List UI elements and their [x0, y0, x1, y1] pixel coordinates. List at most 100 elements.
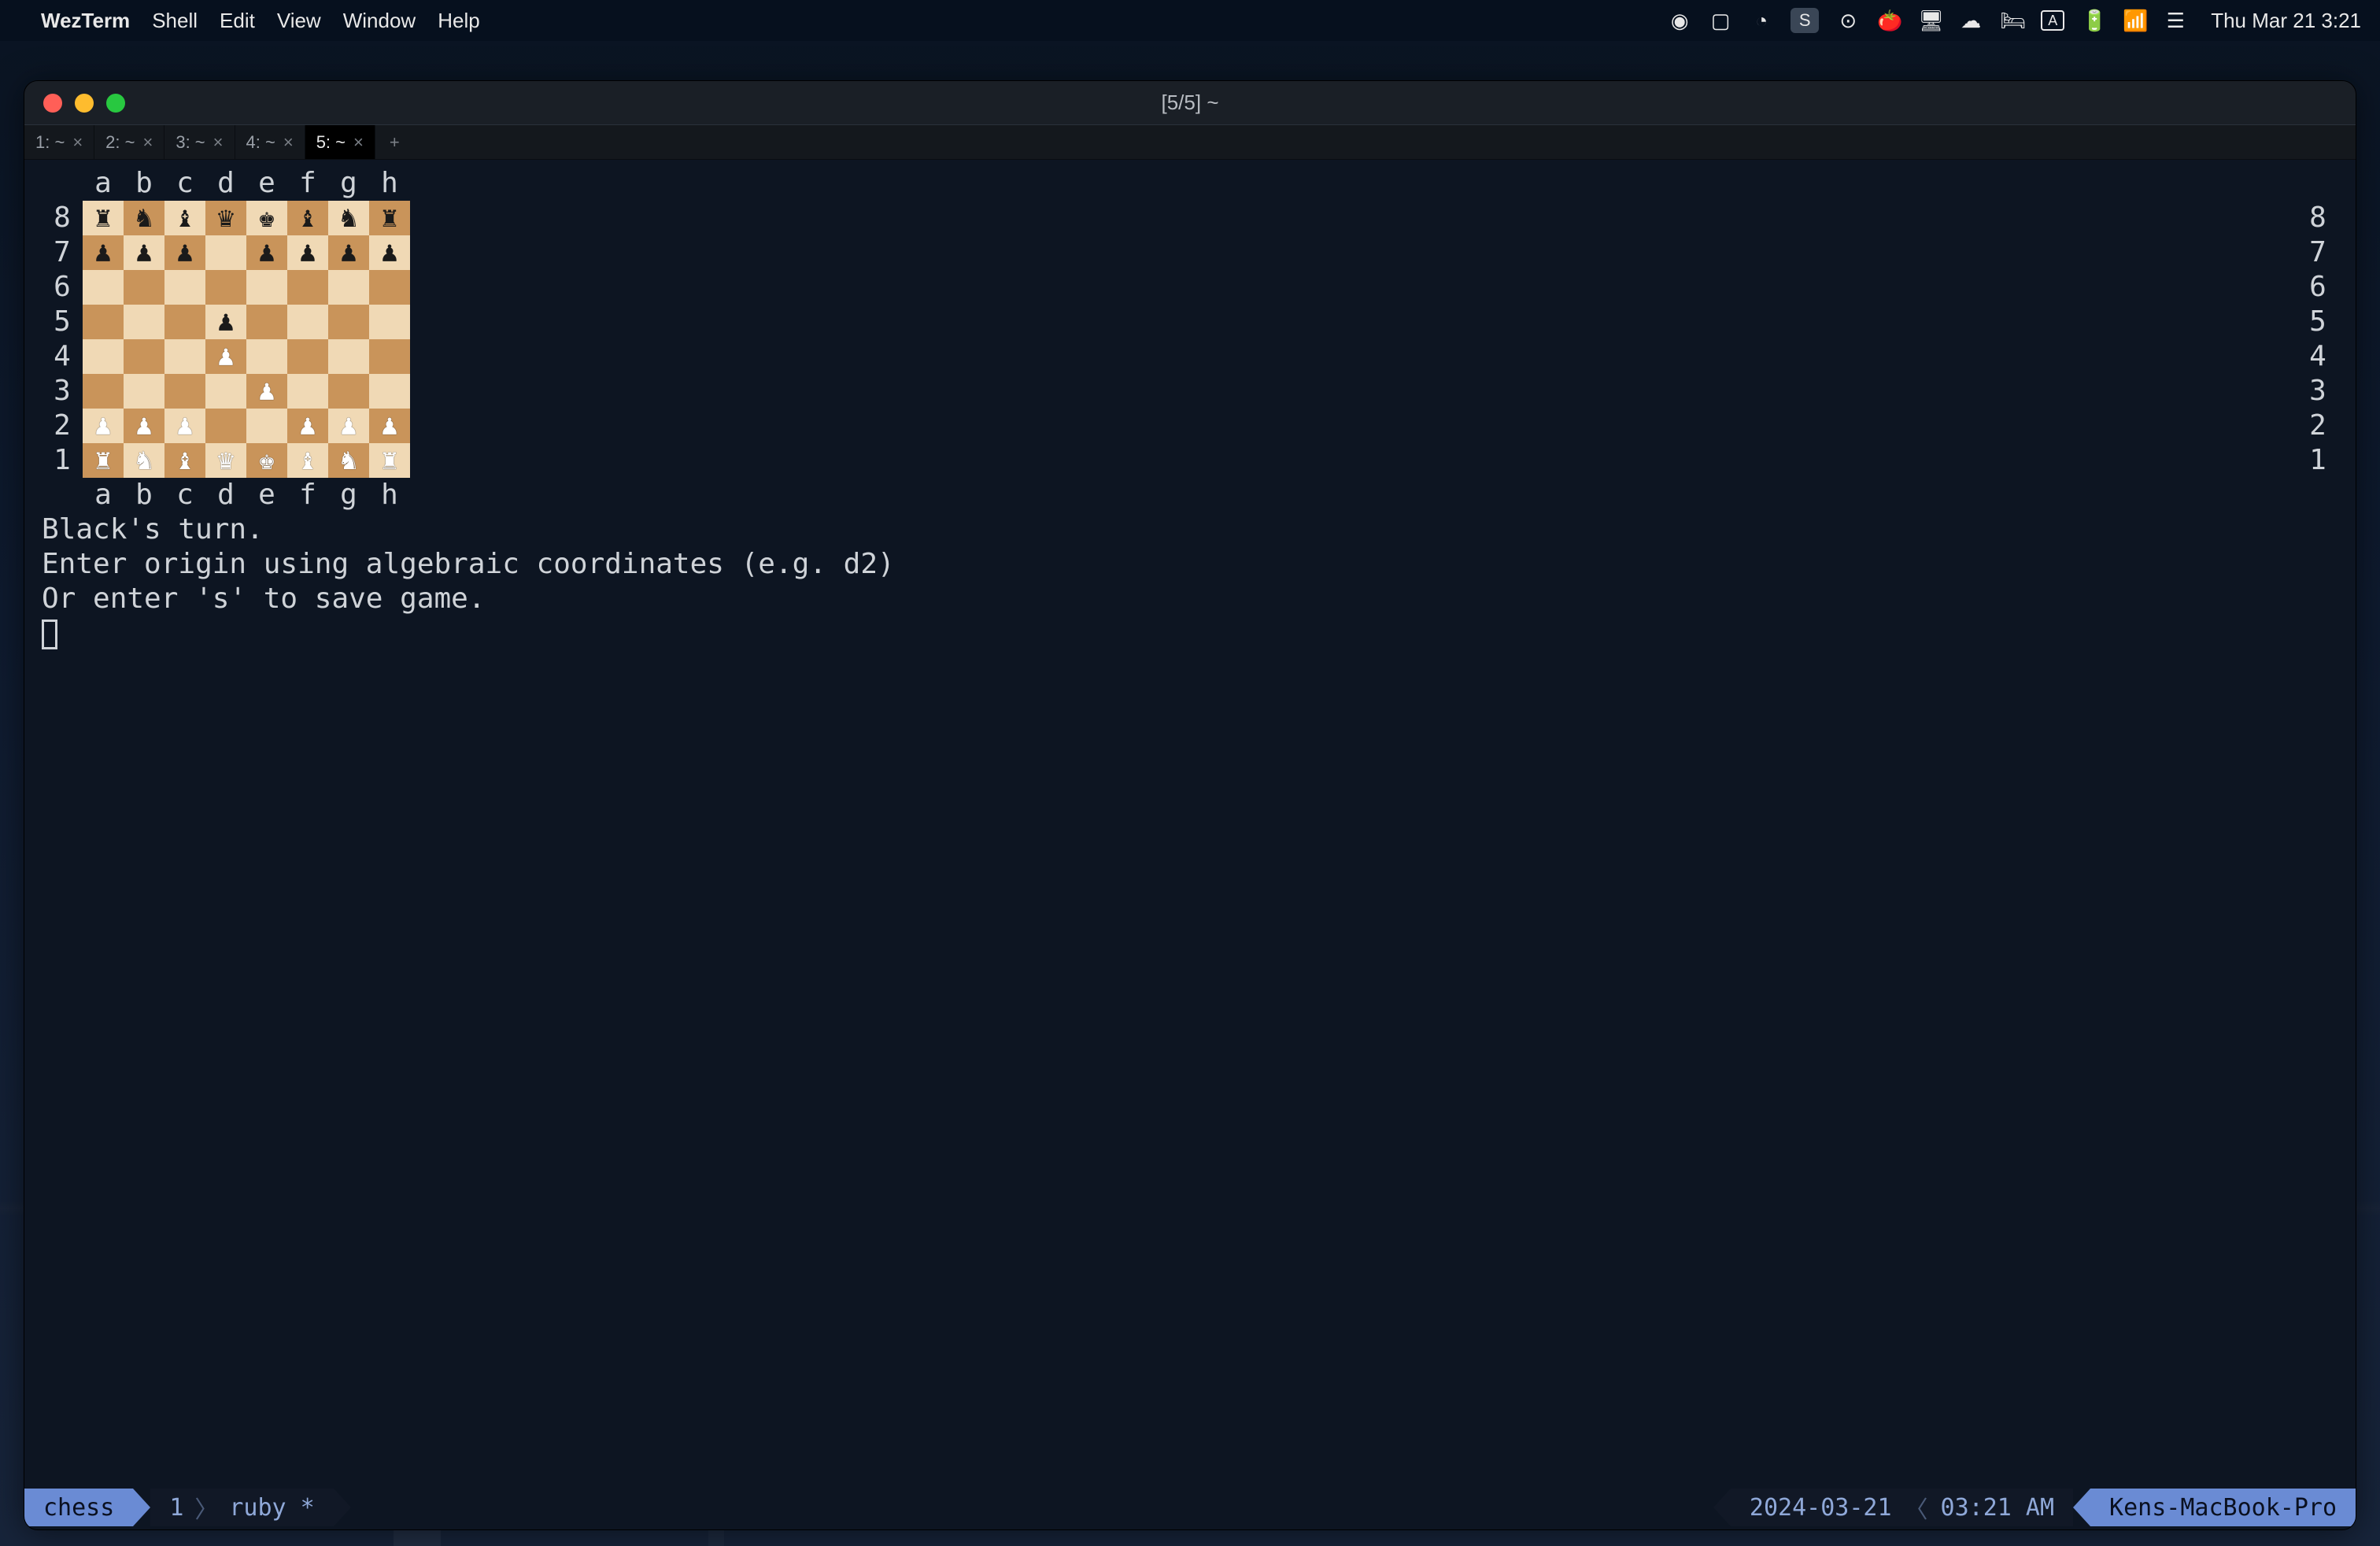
board-square: ♟ [287, 235, 328, 270]
board-square: ♟ [164, 409, 205, 443]
tab-close-icon[interactable]: × [142, 132, 153, 153]
board-square: ♞ [328, 443, 369, 478]
tab-close-icon[interactable]: × [213, 132, 224, 153]
chess-piece: ♟ [176, 239, 194, 267]
status-host: Kens-MacBook-Pro [2090, 1489, 2356, 1526]
board-square: ♟ [328, 409, 369, 443]
battery-icon[interactable]: 🔋 [2082, 9, 2105, 33]
terminal-content[interactable]: abcdefgh 87654321 ♜♞♝♛♚♝♞♜♟♟♟♟♟♟♟♟♟♟♟♟♟♟… [24, 160, 2356, 1482]
chess-piece: ♞ [135, 446, 153, 475]
chess-board: abcdefgh 87654321 ♜♞♝♛♚♝♞♜♟♟♟♟♟♟♟♟♟♟♟♟♟♟… [42, 166, 2338, 512]
chess-piece: ♞ [340, 446, 357, 475]
chess-piece: ♝ [299, 204, 316, 232]
tab-3[interactable]: 3: ~× [164, 125, 235, 159]
rank-label: 1 [2297, 443, 2338, 478]
chess-piece: ♟ [381, 412, 398, 440]
board-square [205, 270, 246, 305]
rank-label: 3 [2297, 374, 2338, 409]
board-square: ♚ [246, 443, 287, 478]
menu-window[interactable]: Window [343, 9, 416, 33]
cursor-line[interactable] [42, 616, 2338, 651]
chess-piece: ♝ [299, 446, 316, 475]
board-square: ♝ [164, 443, 205, 478]
chess-piece: ♝ [176, 204, 194, 232]
new-tab-button[interactable]: + [375, 125, 414, 159]
menu-shell[interactable]: Shell [152, 9, 198, 33]
file-label: d [205, 478, 246, 512]
menu-edit[interactable]: Edit [220, 9, 255, 33]
file-label: d [205, 166, 246, 201]
menu-view[interactable]: View [277, 9, 321, 33]
status-datetime: 2024-03-21〈03:21 AM [1731, 1489, 2073, 1526]
s-app-icon[interactable]: S [1791, 8, 1819, 33]
status-pane-proc: 1〉ruby * [150, 1489, 333, 1526]
chess-piece: ♝ [176, 446, 194, 475]
rank-label: 3 [42, 374, 83, 409]
chess-piece: ♟ [299, 239, 316, 267]
board-square: ♟ [205, 339, 246, 374]
tab-2[interactable]: 2: ~× [94, 125, 164, 159]
board-square [287, 305, 328, 339]
app-name[interactable]: WezTerm [41, 9, 130, 33]
file-label: f [287, 478, 328, 512]
board-square [287, 374, 328, 409]
board-square: ♛ [205, 201, 246, 235]
file-label: c [164, 478, 205, 512]
tab-close-icon[interactable]: × [283, 132, 294, 153]
chess-piece: ♟ [217, 308, 235, 336]
tab-close-icon[interactable]: × [353, 132, 364, 153]
window-titlebar[interactable]: [5/5] ~ [24, 81, 2356, 125]
menu-help[interactable]: Help [438, 9, 479, 33]
timer-icon[interactable]: ◔ [1750, 9, 1773, 33]
chess-piece: ♟ [258, 377, 275, 405]
control-center-icon[interactable]: ☰ [2164, 9, 2187, 33]
chess-piece: ♟ [94, 412, 112, 440]
tab-close-icon[interactable]: × [72, 132, 83, 153]
board-square: ♟ [328, 235, 369, 270]
wifi-icon[interactable]: 📶 [2123, 9, 2146, 33]
tablet-icon[interactable]: ▢ [1709, 9, 1732, 33]
board-square [328, 270, 369, 305]
chess-piece: ♛ [217, 446, 235, 475]
chess-piece: ♟ [340, 412, 357, 440]
terminal-window: [5/5] ~ 1: ~× 2: ~× 3: ~× 4: ~× 5: ~× + … [24, 80, 2356, 1530]
tab-4[interactable]: 4: ~× [235, 125, 305, 159]
board-square: ♟ [124, 409, 164, 443]
board-square [287, 339, 328, 374]
board-square [205, 409, 246, 443]
board-square [124, 305, 164, 339]
chess-piece: ♟ [217, 342, 235, 371]
record-icon[interactable]: ⊙ [1836, 9, 1860, 33]
chess-piece: ♛ [217, 204, 235, 232]
board-square: ♞ [124, 201, 164, 235]
file-label: h [369, 478, 410, 512]
sync-icon[interactable]: ◉ [1668, 9, 1691, 33]
tab-5[interactable]: 5: ~× [305, 125, 375, 159]
input-a-icon[interactable]: A [2041, 10, 2064, 31]
board-square: ♟ [287, 409, 328, 443]
board-square [83, 339, 124, 374]
chess-piece: ♟ [258, 239, 275, 267]
tomato-icon[interactable]: 🍅 [1877, 9, 1901, 33]
board-square [246, 270, 287, 305]
chess-piece: ♟ [340, 239, 357, 267]
rank-label: 4 [2297, 339, 2338, 374]
tab-1[interactable]: 1: ~× [24, 125, 94, 159]
board-square [164, 305, 205, 339]
board-square [369, 339, 410, 374]
prompt-line: Enter origin using algebraic coordinates… [42, 547, 2338, 582]
file-label: a [83, 166, 124, 201]
board-square [328, 339, 369, 374]
rank-label: 7 [42, 235, 83, 270]
cloud-icon[interactable]: ☁ [1959, 9, 1983, 33]
bed-icon[interactable]: 🛏 [2000, 9, 2023, 33]
file-label: a [83, 478, 124, 512]
board-square [246, 339, 287, 374]
chess-piece: ♞ [135, 204, 153, 232]
status-bar: chess 1〉ruby * 2024-03-21〈03:21 AM Kens-… [24, 1485, 2356, 1529]
display-icon[interactable]: 🖥 [1918, 9, 1942, 33]
board-square: ♟ [205, 305, 246, 339]
menubar-clock[interactable]: Thu Mar 21 3:21 [2211, 9, 2361, 33]
board-square [369, 305, 410, 339]
rank-label: 5 [2297, 305, 2338, 339]
